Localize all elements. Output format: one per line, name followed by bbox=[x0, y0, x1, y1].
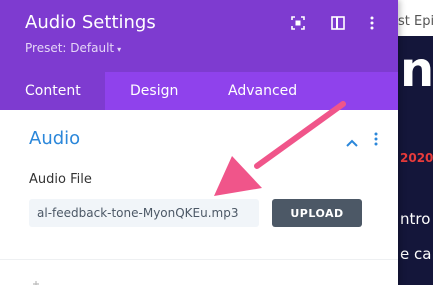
background-hero-line-1: ntro bbox=[400, 210, 431, 228]
audio-settings-panel: Audio Settings Preset: Default ▾ Content… bbox=[0, 0, 398, 285]
background-hero: na 2020 ntro e ca bbox=[398, 36, 433, 285]
panel-header: Audio Settings Preset: Default ▾ bbox=[0, 0, 398, 72]
background-hero-year: 2020 bbox=[400, 151, 433, 165]
preset-selector[interactable]: Preset: Default ▾ bbox=[25, 41, 121, 55]
section-more-icon[interactable] bbox=[368, 131, 384, 147]
focus-icon[interactable] bbox=[290, 14, 306, 32]
background-hero-title: na bbox=[400, 42, 433, 98]
section-title[interactable]: Audio bbox=[29, 128, 80, 149]
columns-icon[interactable] bbox=[330, 14, 346, 32]
panel-title: Audio Settings bbox=[25, 12, 156, 33]
tab-content[interactable]: Content bbox=[0, 72, 105, 110]
background-heading-text: st Epi bbox=[398, 14, 433, 29]
chevron-up-icon[interactable] bbox=[345, 133, 359, 147]
upload-button[interactable]: UPLOAD bbox=[272, 199, 362, 227]
preset-label: Preset: Default bbox=[25, 41, 115, 55]
audio-file-label: Audio File bbox=[29, 172, 92, 187]
section-divider bbox=[0, 259, 398, 260]
caret-down-icon: ▾ bbox=[117, 45, 122, 54]
tab-advanced[interactable]: Advanced bbox=[228, 72, 318, 110]
next-section-icon[interactable] bbox=[29, 272, 43, 285]
more-icon[interactable] bbox=[364, 14, 380, 32]
tabs-bar: Content Design Advanced bbox=[0, 72, 398, 110]
tab-design[interactable]: Design bbox=[130, 72, 210, 110]
audio-file-input[interactable] bbox=[29, 199, 259, 227]
background-page: st Epi na 2020 ntro e ca bbox=[398, 0, 433, 285]
background-hero-line-2: e ca bbox=[400, 245, 432, 263]
